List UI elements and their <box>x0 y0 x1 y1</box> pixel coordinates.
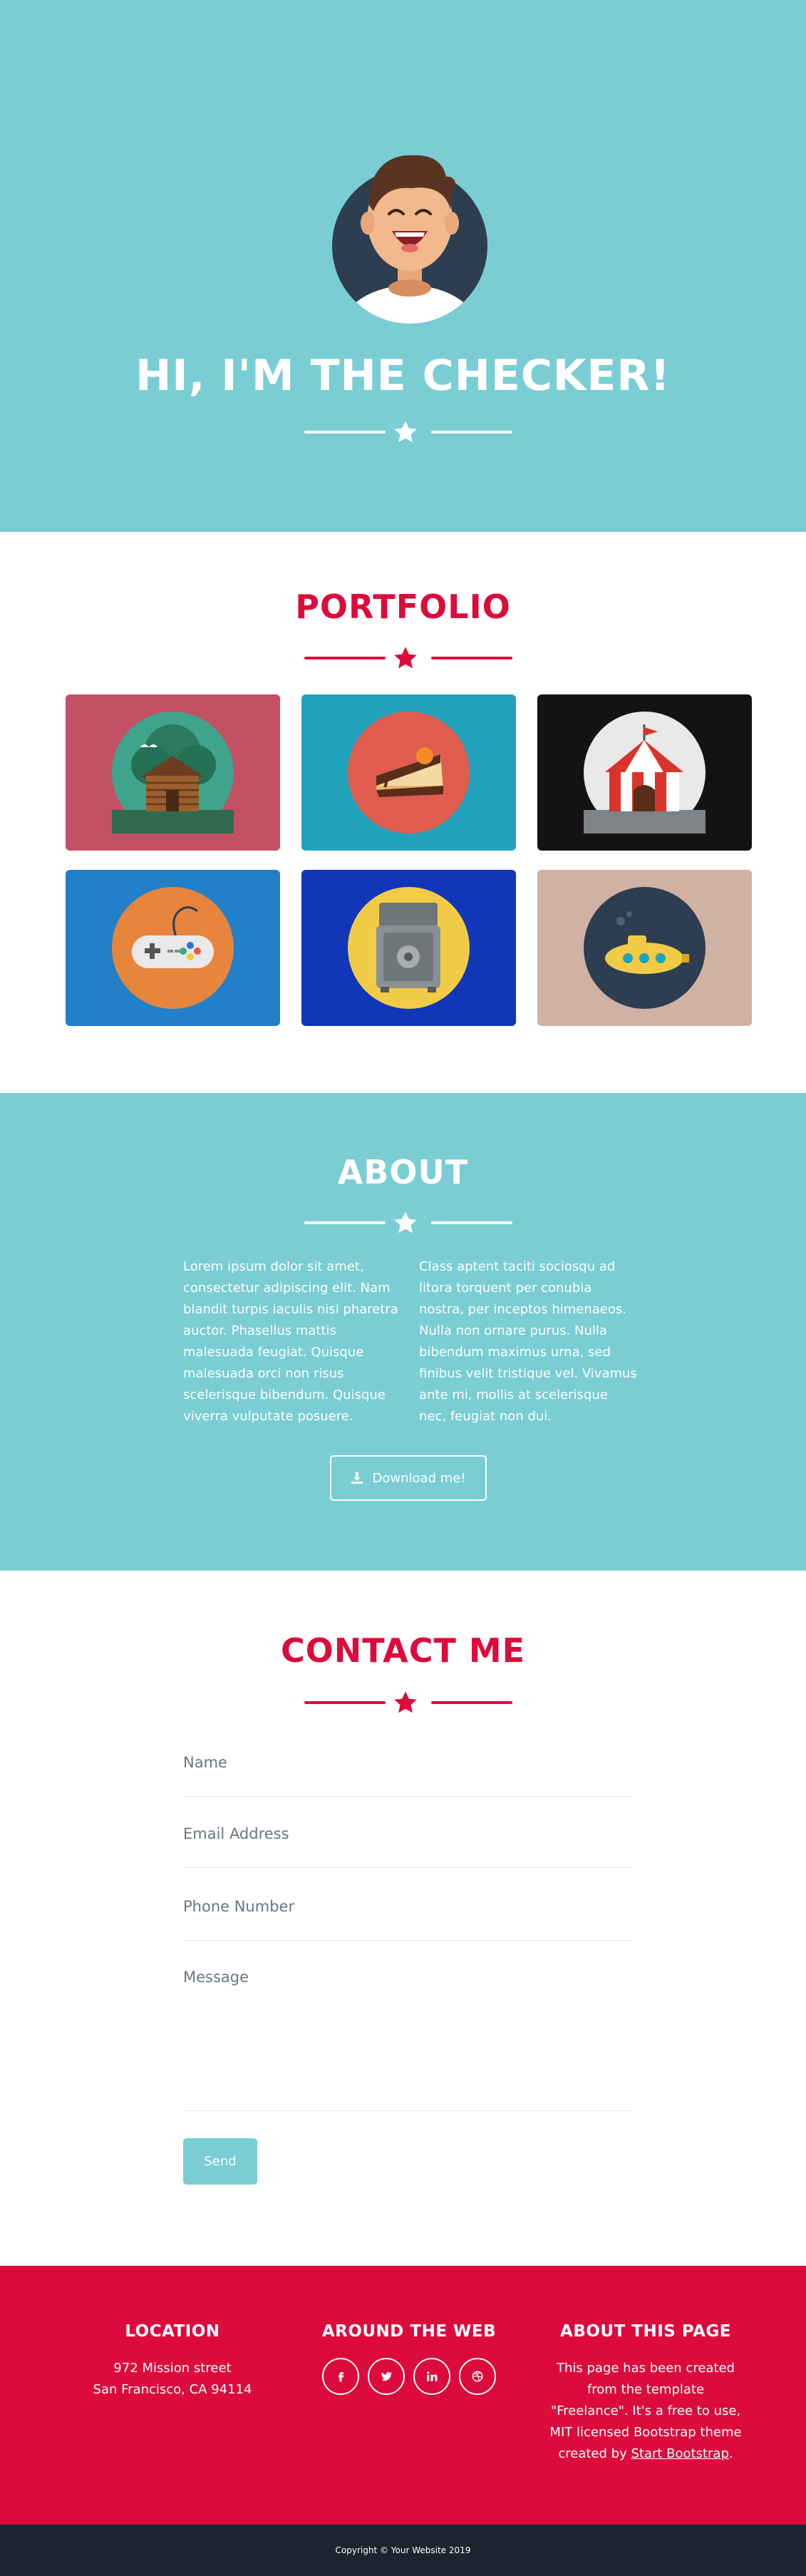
message-field <box>183 1969 632 2111</box>
about-section: ABOUT Lorem ipsum dolor sit amet, consec… <box>0 1093 806 1571</box>
star-icon <box>394 421 417 443</box>
download-button-label: Download me! <box>372 1470 466 1486</box>
portfolio-item-circus[interactable] <box>537 694 752 851</box>
circus-tent-icon <box>584 724 706 833</box>
game-controller-icon <box>132 906 214 968</box>
star-divider <box>0 418 806 446</box>
email-input[interactable] <box>183 1825 632 1842</box>
name-input[interactable] <box>183 1754 632 1771</box>
facebook-icon[interactable] <box>322 2358 359 2395</box>
star-divider <box>0 1688 806 1717</box>
contact-title: CONTACT ME <box>280 1631 526 1670</box>
footer-about-title: ABOUT THIS PAGE <box>560 2322 731 2341</box>
twitter-icon[interactable] <box>368 2358 405 2395</box>
footer-about: ABOUT THIS PAGE This page has been creat… <box>528 2322 763 2465</box>
divider-line-right <box>431 431 512 433</box>
phone-input[interactable] <box>183 1898 632 1915</box>
contact-section: CONTACT ME Send <box>0 1571 806 2266</box>
submarine-icon <box>605 911 689 974</box>
dribbble-icon[interactable] <box>459 2358 496 2395</box>
footer-location: LOCATION 972 Mission street San Francisc… <box>55 2322 290 2401</box>
divider-line-right <box>431 1221 512 1224</box>
social-links <box>291 2358 527 2395</box>
portfolio-item-submarine[interactable] <box>537 870 752 1026</box>
avatar-illustration <box>332 155 487 324</box>
portfolio-title: PORTFOLIO <box>295 587 511 626</box>
cabin-icon <box>112 724 234 833</box>
footer-web-title: AROUND THE WEB <box>321 2322 497 2341</box>
email-field <box>183 1825 632 1868</box>
portfolio-item-cabin[interactable] <box>66 694 280 851</box>
portfolio-item-safe[interactable] <box>301 870 516 1026</box>
phone-field <box>183 1898 632 1941</box>
about-paragraph-right: Class aptent taciti sociosqu ad litora t… <box>419 1259 637 1424</box>
divider-line-left <box>304 1221 386 1224</box>
divider-line-right <box>431 1701 512 1704</box>
about-title: ABOUT <box>337 1153 469 1191</box>
divider-line-left <box>304 1701 386 1704</box>
safe-icon <box>376 903 440 992</box>
message-textarea[interactable] <box>183 1969 632 2071</box>
star-divider <box>0 1209 806 1237</box>
about-paragraph-left: Lorem ipsum dolor sit amet, consectetur … <box>183 1259 398 1424</box>
masthead-title: HI, I'M THE CHECKER! <box>135 351 671 401</box>
download-button[interactable]: Download me! <box>330 1455 487 1501</box>
start-bootstrap-link[interactable]: Start Bootstrap <box>631 2446 728 2461</box>
portfolio-item-cake[interactable] <box>301 694 516 851</box>
cake-icon <box>376 747 443 797</box>
copyright-bar: Copyright © Your Website 2019 <box>0 2525 806 2576</box>
linkedin-icon[interactable] <box>413 2358 450 2395</box>
footer-address-line1: 972 Mission street <box>113 2361 232 2376</box>
footer-address-line2: San Francisco, CA 94114 <box>93 2382 252 2397</box>
star-icon <box>394 647 417 669</box>
portfolio-section: PORTFOLIO <box>0 532 806 1093</box>
star-divider <box>0 644 806 672</box>
footer-about-text: This page has been created from the temp… <box>528 2358 763 2465</box>
masthead: HI, I'M THE CHECKER! <box>0 0 806 532</box>
divider-line-left <box>304 657 386 660</box>
divider-line-right <box>431 657 512 660</box>
footer: LOCATION 972 Mission street San Francisc… <box>0 2266 806 2525</box>
footer-social: AROUND THE WEB <box>291 2322 527 2395</box>
footer-location-title: LOCATION <box>125 2322 220 2341</box>
divider-line-left <box>304 431 386 433</box>
footer-about-end: . <box>728 2446 733 2461</box>
copyright-text: Copyright © Your Website 2019 <box>335 2545 471 2555</box>
star-icon <box>394 1211 417 1233</box>
name-field <box>183 1754 632 1797</box>
send-button[interactable]: Send <box>183 2138 257 2185</box>
portfolio-item-game-controller[interactable] <box>66 870 280 1026</box>
download-icon <box>351 1472 363 1484</box>
star-icon <box>394 1691 417 1713</box>
